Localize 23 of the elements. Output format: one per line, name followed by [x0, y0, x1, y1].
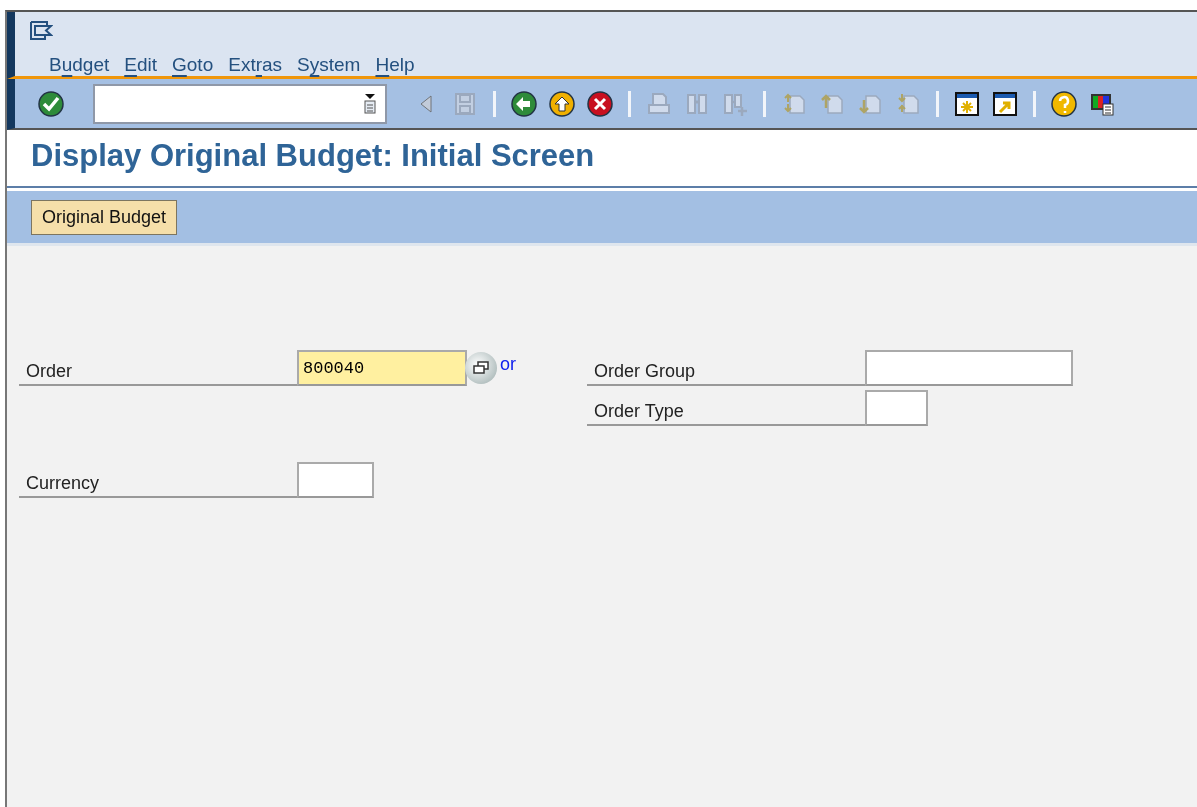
multiple-selection-button[interactable]	[465, 352, 497, 384]
or-text: or	[500, 353, 516, 376]
original-budget-button[interactable]: Original Budget	[31, 199, 178, 235]
order-type-field[interactable]	[865, 390, 928, 426]
menu-item[interactable]: Edit	[124, 51, 157, 80]
new-window-icon	[953, 89, 981, 118]
order-group-field[interactable]	[865, 350, 1073, 386]
menu-item[interactable]: Budget	[49, 51, 110, 80]
help-icon	[1050, 89, 1078, 118]
cancel-icon	[586, 89, 614, 118]
dropdown-icon[interactable]	[363, 93, 377, 114]
menu-icon[interactable]	[29, 19, 53, 42]
menu-item[interactable]: Extras	[228, 51, 283, 80]
enter-icon	[37, 89, 65, 118]
currency-field[interactable]	[297, 462, 374, 498]
menu-item[interactable]: Help	[375, 51, 415, 80]
shortcut-icon	[991, 89, 1019, 118]
menu-item[interactable]: Goto	[172, 51, 214, 80]
order-field[interactable]: 800040	[297, 350, 467, 386]
command-field[interactable]	[93, 83, 387, 124]
menu-item[interactable]: System	[297, 51, 361, 80]
screen-title: Display Original Budget: Initial Screen	[31, 137, 596, 175]
windows-icon	[473, 361, 489, 375]
